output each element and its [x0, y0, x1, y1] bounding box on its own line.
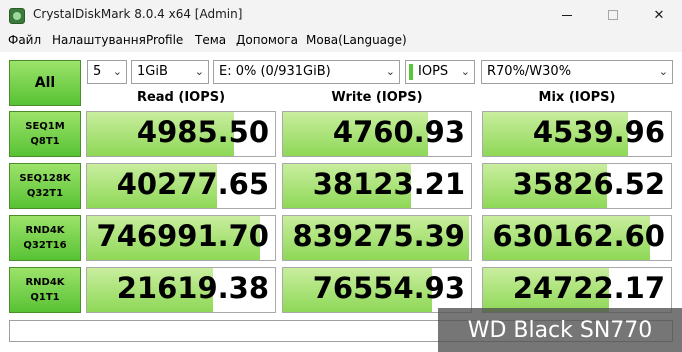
result-value: 4539.96: [532, 115, 665, 149]
result-value: 839275.39: [292, 219, 465, 253]
unit-value: IOPS: [418, 64, 449, 79]
result-write: 4760.93: [282, 111, 472, 157]
menu-profile[interactable]: Profile: [146, 33, 183, 47]
chevron-down-icon: ⌄: [112, 65, 122, 78]
test-name: RND4K: [25, 277, 65, 288]
result-read: 40277.65: [86, 163, 276, 209]
test-params: Q32T16: [23, 240, 67, 251]
menu-bar: Файл Налаштування Profile Тема Допомога …: [0, 30, 682, 52]
result-value: 21619.38: [116, 271, 269, 305]
drive-value: E: 0% (0/931GiB): [219, 64, 331, 79]
drive-select[interactable]: E: 0% (0/931GiB) ⌄: [213, 60, 400, 84]
title-bar: CrystalDiskMark 8.0.4 x64 [Admin] ✕: [0, 0, 682, 30]
watermark-caption: WD Black SN770: [438, 308, 682, 352]
result-write: 839275.39: [282, 215, 472, 261]
test-name: SEQ128K: [19, 173, 71, 184]
chevron-down-icon: ⌄: [194, 65, 204, 78]
maximize-icon: [608, 10, 618, 20]
minimize-button[interactable]: [544, 0, 590, 30]
count-select[interactable]: 5 ⌄: [87, 60, 127, 84]
close-icon: ✕: [653, 7, 665, 23]
chevron-down-icon: ⌄: [385, 65, 395, 78]
result-value: 746991.70: [96, 219, 269, 253]
result-value: 40277.65: [116, 167, 269, 201]
test-params: Q1T1: [30, 292, 60, 303]
app-disk-icon: [9, 8, 25, 24]
menu-language[interactable]: Мова(Language): [306, 33, 407, 47]
unit-indicator: [409, 64, 413, 80]
minimize-icon: [562, 14, 572, 16]
column-header-mix: Mix (IOPS): [538, 90, 616, 105]
menu-theme[interactable]: Тема: [195, 33, 226, 47]
test-button-seq128k-q32t1[interactable]: SEQ128K Q32T1: [9, 163, 81, 209]
result-value: 630162.60: [492, 219, 665, 253]
test-name: SEQ1M: [25, 121, 65, 132]
result-value: 35826.52: [512, 167, 665, 201]
chevron-down-icon: ⌄: [658, 65, 668, 78]
chevron-down-icon: ⌄: [460, 65, 470, 78]
column-header-read: Read (IOPS): [136, 90, 226, 105]
test-button-rnd4k-q1t1[interactable]: RND4K Q1T1: [9, 267, 81, 313]
result-value: 76554.93: [312, 271, 465, 305]
result-mix: 35826.52: [482, 163, 672, 209]
menu-file[interactable]: Файл: [8, 33, 41, 47]
result-write: 38123.21: [282, 163, 472, 209]
result-value: 4985.50: [136, 115, 269, 149]
result-write: 76554.93: [282, 267, 472, 313]
test-params: Q32T1: [26, 188, 64, 199]
menu-settings[interactable]: Налаштування: [52, 33, 146, 47]
mix-value: R70%/W30%: [487, 64, 572, 79]
result-value: 24722.17: [512, 271, 665, 305]
result-value: 4760.93: [332, 115, 465, 149]
result-value: 38123.21: [312, 167, 465, 201]
count-value: 5: [93, 64, 102, 79]
unit-select[interactable]: IOPS ⌄: [405, 60, 475, 84]
result-read: 4985.50: [86, 111, 276, 157]
result-read: 21619.38: [86, 267, 276, 313]
close-button[interactable]: ✕: [636, 0, 682, 30]
result-read: 746991.70: [86, 215, 276, 261]
result-mix: 24722.17: [482, 267, 672, 313]
result-mix: 4539.96: [482, 111, 672, 157]
size-select[interactable]: 1GiB ⌄: [131, 60, 209, 84]
test-params: Q8T1: [30, 136, 60, 147]
result-mix: 630162.60: [482, 215, 672, 261]
menu-help[interactable]: Допомога: [236, 33, 298, 47]
column-header-write: Write (IOPS): [331, 90, 423, 105]
test-name: RND4K: [25, 225, 65, 236]
test-button-seq1m-q8t1[interactable]: SEQ1M Q8T1: [9, 111, 81, 157]
maximize-button[interactable]: [590, 0, 636, 30]
all-button[interactable]: All: [9, 60, 81, 106]
window-title: CrystalDiskMark 8.0.4 x64 [Admin]: [33, 7, 243, 21]
mix-select[interactable]: R70%/W30% ⌄: [481, 60, 673, 84]
size-value: 1GiB: [137, 64, 168, 79]
test-button-rnd4k-q32t16[interactable]: RND4K Q32T16: [9, 215, 81, 261]
